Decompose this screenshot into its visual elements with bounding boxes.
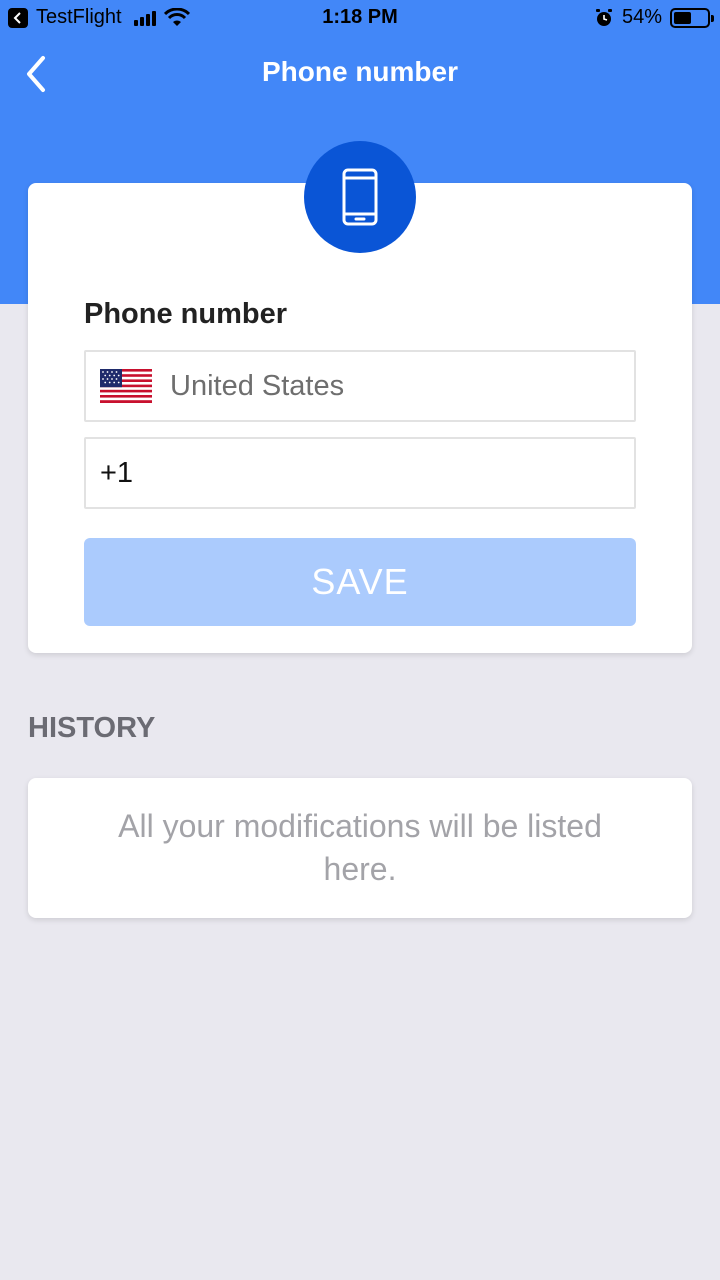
battery-fill: [674, 11, 692, 24]
country-name: United States: [170, 369, 345, 402]
status-bar-right: 54%: [594, 6, 714, 29]
phone-number-label: Phone number: [84, 298, 288, 330]
history-empty-message: All your modifications will be listed he…: [118, 808, 602, 887]
phone-number-screen: TestFlight 1:18 PM 54% Phone number Phon…: [0, 0, 720, 1280]
phone-badge: [304, 141, 416, 253]
save-button[interactable]: SAVE: [84, 538, 636, 626]
country-select[interactable]: United States: [84, 350, 636, 422]
alarm-icon: [595, 8, 612, 26]
history-card: All your modifications will be listed he…: [28, 778, 692, 918]
phone-number-input[interactable]: [84, 437, 636, 509]
us-flag-icon: [100, 369, 152, 403]
status-bar: TestFlight 1:18 PM 54%: [0, 0, 720, 38]
history-heading: HISTORY: [28, 712, 156, 744]
battery-icon: [670, 7, 714, 28]
smartphone-icon: [342, 168, 378, 226]
page-title: Phone number: [261, 56, 458, 87]
battery-percent: 54%: [621, 6, 662, 28]
phone-form-card: Phone number United States +1 SAVE: [28, 183, 692, 653]
